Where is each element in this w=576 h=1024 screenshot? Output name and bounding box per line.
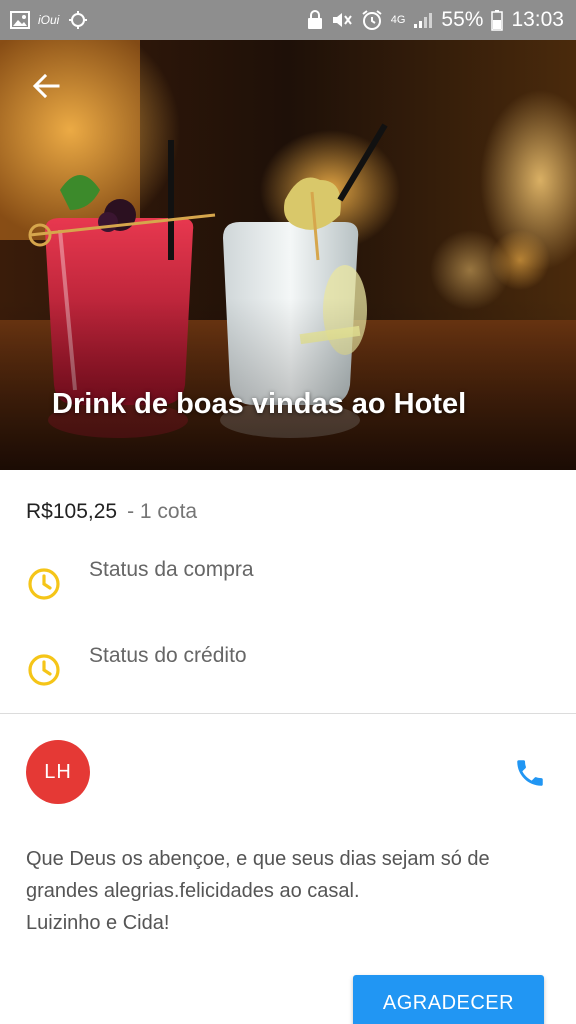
purchase-status: Status da compra — [26, 556, 254, 602]
message-line-2: grandes alegrias.felicidades ao casal. — [26, 880, 360, 902]
gift-message: Que Deus os abençoe, e que seus dias sej… — [26, 843, 556, 939]
gift-price: R$105,25 — [26, 500, 118, 523]
message-line-3: Luizinho e Cida! — [26, 912, 170, 934]
purchase-status-label: Status da compra — [89, 558, 254, 581]
price-row: R$105,25 - 1 cota — [26, 500, 197, 524]
call-button[interactable] — [510, 753, 550, 793]
clock-icon — [28, 568, 60, 600]
gift-title: Drink de boas vindas ao Hotel — [52, 388, 467, 420]
arrow-back-icon — [32, 73, 60, 99]
sender-avatar: LH — [26, 740, 90, 804]
app-notification-text: iOui — [38, 13, 60, 27]
back-button[interactable] — [24, 64, 68, 108]
section-divider — [0, 713, 576, 714]
network-type: 4G — [390, 14, 406, 26]
credit-status: Status do crédito — [26, 642, 247, 688]
credit-status-label: Status do crédito — [89, 644, 247, 667]
signal-icon — [413, 11, 433, 29]
sync-icon — [67, 10, 89, 30]
gift-quota: - 1 cota — [127, 500, 198, 523]
battery-percentage: 55% — [441, 8, 484, 31]
clock-icon — [28, 654, 60, 686]
status-bar-left: iOui — [10, 10, 89, 30]
message-line-1: Que Deus os abençoe, e que seus dias sej… — [26, 848, 490, 870]
mute-icon — [331, 10, 353, 30]
phone-icon — [517, 760, 543, 786]
status-bar-right: 4G 55% 13:03 — [307, 8, 564, 32]
battery-icon — [491, 9, 504, 31]
alarm-icon — [361, 9, 383, 31]
lock-icon — [307, 10, 323, 30]
hero-image: Drink de boas vindas ao Hotel — [0, 40, 576, 470]
thank-button[interactable]: AGRADECER — [353, 975, 544, 1024]
gallery-icon — [10, 11, 30, 29]
status-bar: iOui 4G 55% 13:03 — [0, 0, 576, 40]
clock-time: 13:03 — [511, 8, 564, 31]
gift-detail-screen: iOui 4G 55% 13:03 Drink de boas vindas a… — [0, 0, 576, 1024]
